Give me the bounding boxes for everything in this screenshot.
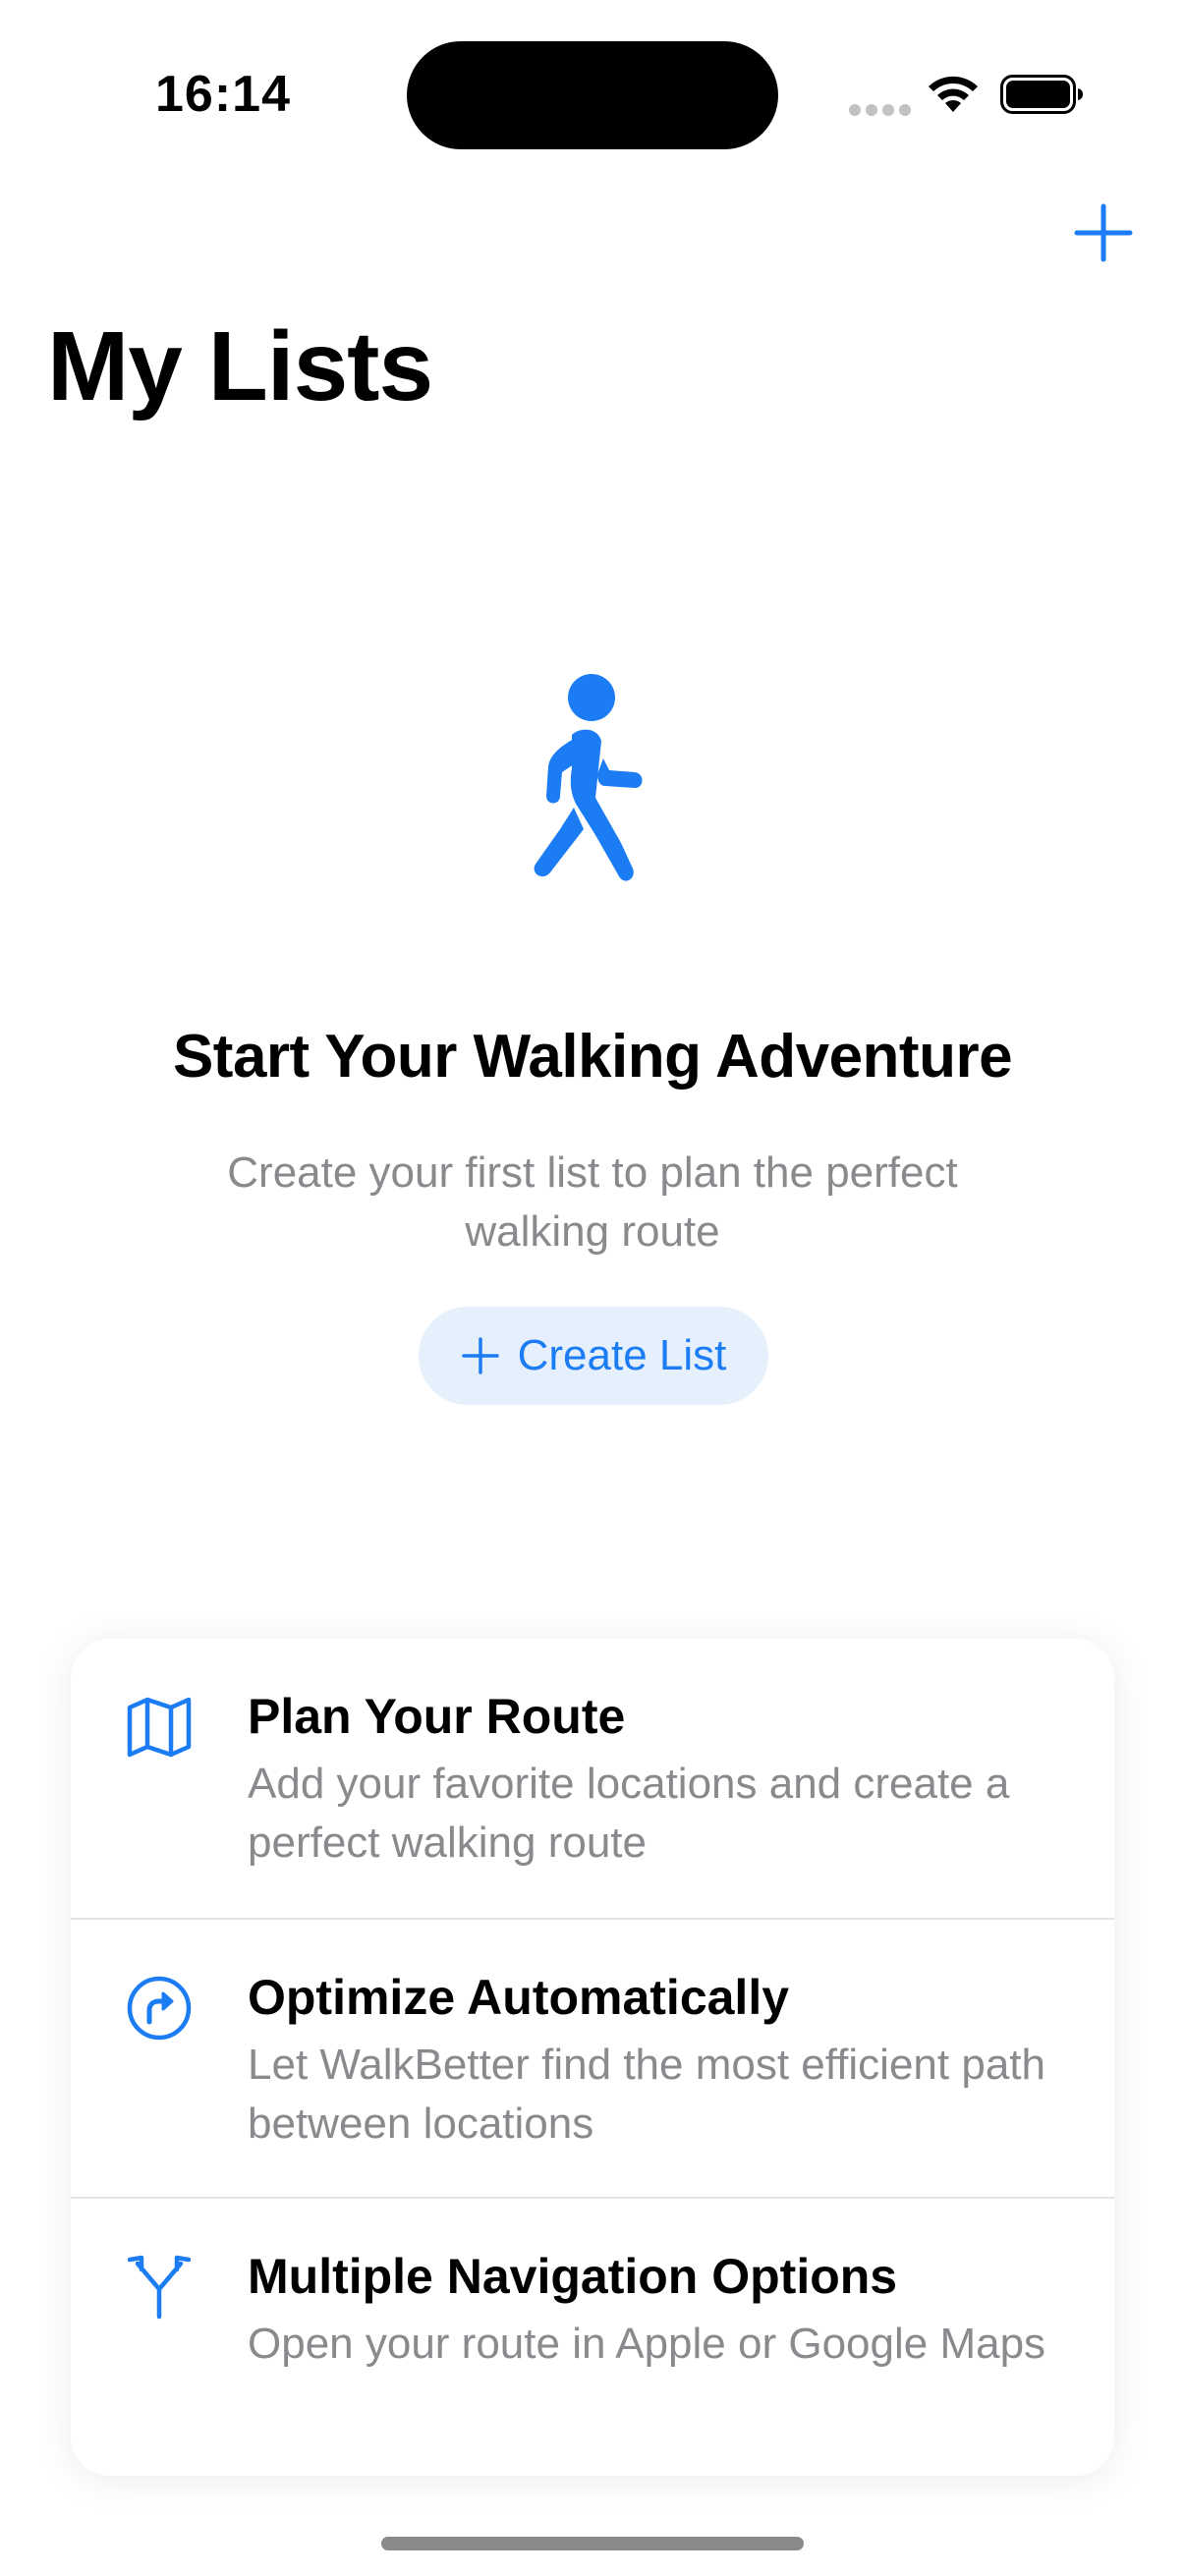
page-title: My Lists (47, 311, 433, 421)
figure-walk-icon (534, 674, 643, 881)
features-card: Plan Your Route Add your favorite locati… (71, 1639, 1114, 2476)
feature-description: Open your route in Apple or Google Maps (248, 2320, 1046, 2368)
home-indicator[interactable] (381, 2537, 804, 2550)
arrow-turn-circle-icon (127, 1976, 192, 2041)
empty-state-subtitle: Create your first list to plan the perfe… (227, 1148, 958, 1256)
feature-row-navigation: Multiple Navigation Options Open your ro… (71, 2197, 1114, 2476)
plus-icon (461, 1337, 499, 1374)
create-list-label: Create List (517, 1331, 727, 1379)
create-list-button[interactable]: Create List (419, 1307, 768, 1405)
map-icon (127, 1697, 192, 1758)
feature-title: Plan Your Route (248, 1689, 626, 1744)
dynamic-island (407, 41, 778, 149)
feature-row-plan-route: Plan Your Route Add your favorite locati… (71, 1639, 1114, 1918)
cellular-signal-icon (849, 104, 911, 116)
screen: 16:14 My Lists Start Your Walking Advent… (0, 0, 1185, 2576)
feature-title: Multiple Navigation Options (248, 2249, 898, 2304)
battery-icon (1000, 75, 1083, 114)
feature-title: Optimize Automatically (248, 1970, 790, 2025)
arrow-split-icon (127, 2255, 192, 2320)
add-list-button[interactable] (1071, 200, 1136, 265)
feature-description: Add your favorite locations and create a… (248, 1760, 1010, 1867)
feature-description: Let WalkBetter find the most efficient p… (248, 2041, 1045, 2148)
status-time: 16:14 (155, 66, 291, 123)
empty-state-title: Start Your Walking Adventure (172, 1023, 1013, 1091)
wifi-icon (929, 76, 978, 112)
feature-row-optimize: Optimize Automatically Let WalkBetter fi… (71, 1918, 1114, 2199)
